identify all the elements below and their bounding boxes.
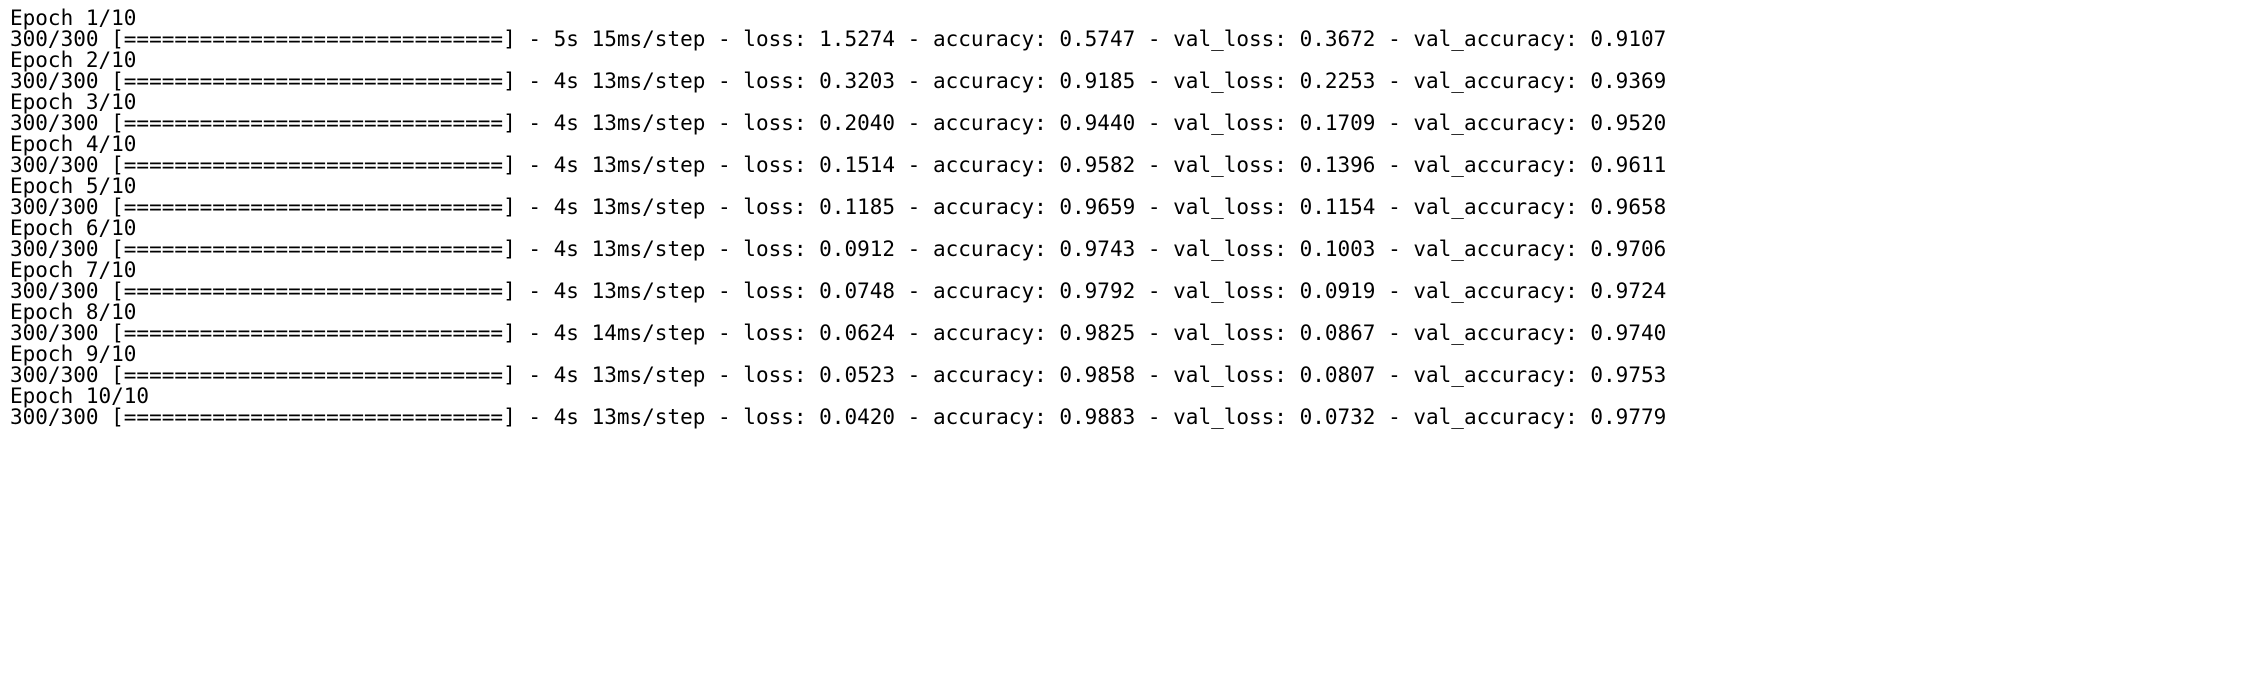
epoch-header: Epoch 1/10 xyxy=(10,8,2256,29)
training-log-output: Epoch 1/10300/300 [=====================… xyxy=(0,0,2266,436)
epoch-header: Epoch 2/10 xyxy=(10,50,2256,71)
epoch-header: Epoch 4/10 xyxy=(10,134,2256,155)
epoch-progress-line: 300/300 [==============================]… xyxy=(10,113,2256,134)
epoch-progress-line: 300/300 [==============================]… xyxy=(10,155,2256,176)
epoch-header: Epoch 8/10 xyxy=(10,302,2256,323)
epoch-progress-line: 300/300 [==============================]… xyxy=(10,281,2256,302)
epoch-header: Epoch 10/10 xyxy=(10,386,2256,407)
epoch-progress-line: 300/300 [==============================]… xyxy=(10,407,2256,428)
epoch-header: Epoch 6/10 xyxy=(10,218,2256,239)
epoch-progress-line: 300/300 [==============================]… xyxy=(10,71,2256,92)
epoch-header: Epoch 3/10 xyxy=(10,92,2256,113)
epoch-header: Epoch 7/10 xyxy=(10,260,2256,281)
epoch-progress-line: 300/300 [==============================]… xyxy=(10,239,2256,260)
epoch-header: Epoch 5/10 xyxy=(10,176,2256,197)
epoch-progress-line: 300/300 [==============================]… xyxy=(10,323,2256,344)
epoch-progress-line: 300/300 [==============================]… xyxy=(10,365,2256,386)
epoch-progress-line: 300/300 [==============================]… xyxy=(10,197,2256,218)
epoch-header: Epoch 9/10 xyxy=(10,344,2256,365)
epoch-progress-line: 300/300 [==============================]… xyxy=(10,29,2256,50)
